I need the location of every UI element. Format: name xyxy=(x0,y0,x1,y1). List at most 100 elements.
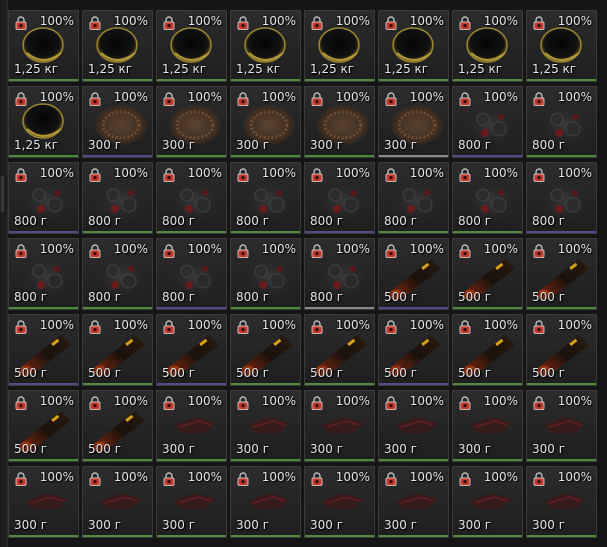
inventory-slot[interactable]: 100% 1,25 кг xyxy=(452,10,523,82)
inventory-slot[interactable]: 100% 300 г xyxy=(8,466,79,538)
inventory-slot[interactable]: 100% 800 г xyxy=(230,238,301,310)
item-weight: 800 г xyxy=(310,290,344,304)
inventory-slot[interactable]: 100% 300 г xyxy=(526,466,597,538)
rarity-indicator xyxy=(305,307,374,309)
item-weight: 800 г xyxy=(88,290,122,304)
item-weight: 500 г xyxy=(458,366,492,380)
inventory-slot[interactable]: 100% 300 г xyxy=(304,466,375,538)
item-weight: 300 г xyxy=(162,442,196,456)
inventory-slot[interactable]: 100% 500 г xyxy=(378,314,449,386)
inventory-slot[interactable]: 100% 800 г xyxy=(82,238,153,310)
inventory-slot[interactable]: 100% 300 г xyxy=(304,86,375,158)
item-condition: 100% xyxy=(187,394,222,408)
inventory-slot[interactable]: 100% 800 г xyxy=(82,162,153,234)
lock-icon xyxy=(15,396,27,410)
item-weight: 300 г xyxy=(458,442,492,456)
inventory-slot[interactable]: 100% 500 г xyxy=(8,390,79,462)
inventory-slot[interactable]: 100% 800 г xyxy=(452,86,523,158)
inventory-slot[interactable]: 100% 300 г xyxy=(378,466,449,538)
item-weight: 300 г xyxy=(310,138,344,152)
inventory-slot[interactable]: 100% 300 г xyxy=(82,466,153,538)
rarity-indicator xyxy=(9,459,78,461)
rarity-indicator xyxy=(379,231,448,233)
lock-icon xyxy=(311,16,323,30)
inventory-slot[interactable]: 100% 800 г xyxy=(8,238,79,310)
inventory-slot[interactable]: 100% 800 г xyxy=(304,162,375,234)
item-condition: 100% xyxy=(187,166,222,180)
rarity-indicator xyxy=(83,79,152,81)
item-weight: 1,25 кг xyxy=(532,62,577,76)
inventory-slot[interactable]: 100% 800 г xyxy=(526,162,597,234)
inventory-slot[interactable]: 100% 500 г xyxy=(378,238,449,310)
inventory-slot[interactable]: 100% 1,25 кг xyxy=(8,86,79,158)
inventory-slot[interactable]: 100% 300 г xyxy=(82,86,153,158)
inventory-slot[interactable]: 100% 300 г xyxy=(378,390,449,462)
inventory-slot[interactable]: 100% 500 г xyxy=(526,314,597,386)
inventory-slot[interactable]: 100% 1,25 кг xyxy=(526,10,597,82)
inventory-slot[interactable]: 100% 1,25 кг xyxy=(304,10,375,82)
inventory-slot[interactable]: 100% 500 г xyxy=(526,238,597,310)
item-weight: 500 г xyxy=(384,366,418,380)
side-panel-handle[interactable] xyxy=(1,176,4,212)
rarity-indicator xyxy=(231,535,300,537)
item-condition: 100% xyxy=(39,242,74,256)
inventory-slot[interactable]: 100% 800 г xyxy=(230,162,301,234)
item-weight: 1,25 кг xyxy=(236,62,281,76)
inventory-slot[interactable]: 100% 300 г xyxy=(304,390,375,462)
inventory-slot[interactable]: 100% 500 г xyxy=(452,238,523,310)
lock-icon xyxy=(459,168,471,182)
inventory-slot[interactable]: 100% 300 г xyxy=(230,390,301,462)
inventory-slot[interactable]: 100% 500 г xyxy=(82,390,153,462)
inventory-slot[interactable]: 100% 500 г xyxy=(156,314,227,386)
inventory-slot[interactable]: 100% 300 г xyxy=(526,390,597,462)
inventory-slot[interactable]: 100% 300 г xyxy=(378,86,449,158)
inventory-slot[interactable]: 100% 300 г xyxy=(452,466,523,538)
item-weight: 800 г xyxy=(14,214,48,228)
inventory-slot[interactable]: 100% 800 г xyxy=(452,162,523,234)
inventory-grid: 100% 1,25 кг 100% 1,25 кг 100% 1,25 кг 1… xyxy=(8,10,597,538)
inventory-slot[interactable]: 100% 300 г xyxy=(230,86,301,158)
rarity-indicator xyxy=(453,79,522,81)
item-condition: 100% xyxy=(335,318,370,332)
rarity-indicator xyxy=(9,535,78,537)
item-condition: 100% xyxy=(187,90,222,104)
rarity-indicator xyxy=(379,307,448,309)
rarity-indicator xyxy=(453,383,522,385)
item-weight: 300 г xyxy=(384,138,418,152)
inventory-slot[interactable]: 100% 300 г xyxy=(156,466,227,538)
inventory-slot[interactable]: 100% 800 г xyxy=(8,162,79,234)
item-condition: 100% xyxy=(409,394,444,408)
inventory-slot[interactable]: 100% 500 г xyxy=(452,314,523,386)
item-weight: 500 г xyxy=(532,366,566,380)
inventory-slot[interactable]: 100% 1,25 кг xyxy=(82,10,153,82)
rarity-indicator xyxy=(9,231,78,233)
inventory-slot[interactable]: 100% 500 г xyxy=(304,314,375,386)
inventory-slot[interactable]: 100% 800 г xyxy=(304,238,375,310)
inventory-slot[interactable]: 100% 500 г xyxy=(82,314,153,386)
inventory-slot[interactable]: 100% 800 г xyxy=(156,162,227,234)
inventory-slot[interactable]: 100% 1,25 кг xyxy=(8,10,79,82)
inventory-slot[interactable]: 100% 500 г xyxy=(8,314,79,386)
item-condition: 100% xyxy=(557,242,592,256)
inventory-slot[interactable]: 100% 300 г xyxy=(156,86,227,158)
inventory-slot[interactable]: 100% 1,25 кг xyxy=(156,10,227,82)
item-condition: 100% xyxy=(113,394,148,408)
inventory-slot[interactable]: 100% 300 г xyxy=(230,466,301,538)
item-condition: 100% xyxy=(335,166,370,180)
item-weight: 800 г xyxy=(236,290,270,304)
inventory-slot[interactable]: 100% 300 г xyxy=(156,390,227,462)
rarity-indicator xyxy=(83,383,152,385)
inventory-slot[interactable]: 100% 1,25 кг xyxy=(378,10,449,82)
inventory-slot[interactable]: 100% 800 г xyxy=(156,238,227,310)
rarity-indicator xyxy=(157,155,226,157)
inventory-slot[interactable]: 100% 800 г xyxy=(378,162,449,234)
inventory-slot[interactable]: 100% 500 г xyxy=(230,314,301,386)
item-condition: 100% xyxy=(409,166,444,180)
item-condition: 100% xyxy=(409,14,444,28)
item-condition: 100% xyxy=(39,166,74,180)
inventory-slot[interactable]: 100% 1,25 кг xyxy=(230,10,301,82)
item-condition: 100% xyxy=(335,90,370,104)
inventory-slot[interactable]: 100% 300 г xyxy=(452,390,523,462)
inventory-slot[interactable]: 100% 800 г xyxy=(526,86,597,158)
item-condition: 100% xyxy=(335,14,370,28)
